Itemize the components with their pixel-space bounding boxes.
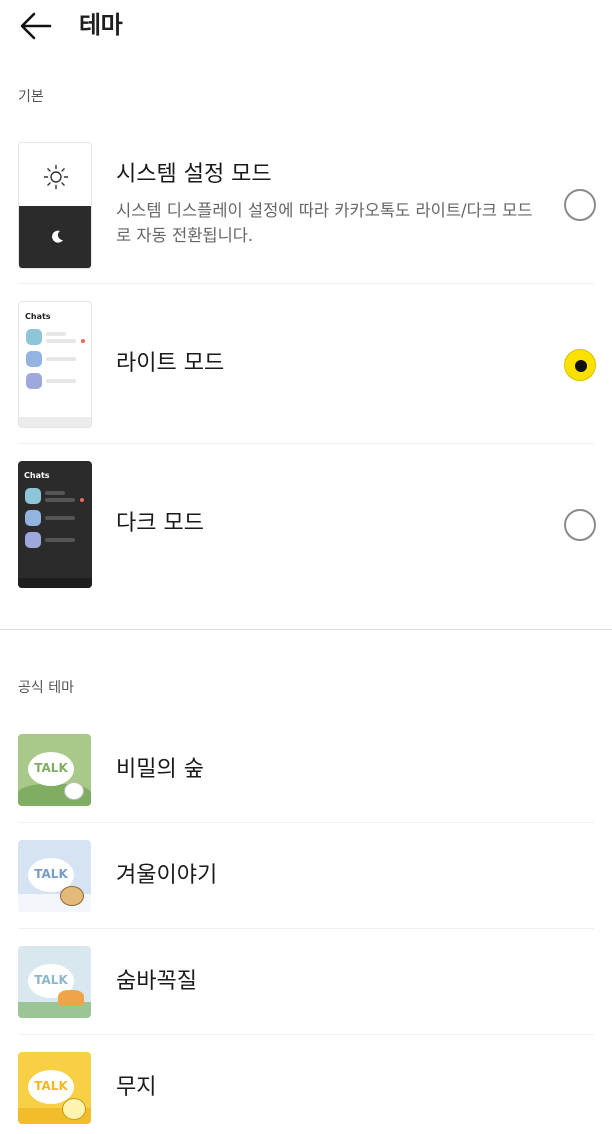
theme-thumbnail: TALK <box>18 840 91 912</box>
preview-avatar <box>26 329 42 345</box>
official-theme-item[interactable]: TALK 겨울이야기 <box>0 830 612 928</box>
theme-title: 겨울이야기 <box>116 863 218 888</box>
divider <box>18 822 594 823</box>
divider <box>18 1034 594 1035</box>
preview-avatar <box>25 510 41 526</box>
theme-option-title: 다크 모드 <box>116 511 204 536</box>
preview-unread-dot <box>80 498 84 502</box>
preview-tabbar <box>19 417 91 427</box>
preview-line <box>45 538 75 542</box>
preview-chats-label: Chats <box>24 471 50 480</box>
section-label-official: 공식 테마 <box>18 680 74 696</box>
preview-line <box>45 516 75 520</box>
theme-option-title: 시스템 설정 모드 <box>116 162 272 187</box>
preview-avatar <box>25 488 41 504</box>
sun-icon <box>43 164 69 190</box>
talk-badge: TALK <box>34 761 68 775</box>
theme-thumbnail: TALK <box>18 1052 91 1124</box>
page-title: 테마 <box>79 11 123 39</box>
back-arrow-icon <box>20 12 52 40</box>
back-button[interactable] <box>18 9 54 43</box>
preview-avatar <box>25 532 41 548</box>
theme-title: 비밀의 숲 <box>116 757 204 782</box>
preview-avatar <box>26 351 42 367</box>
theme-thumbnail: TALK <box>18 734 91 806</box>
divider <box>18 928 594 929</box>
preview-line <box>45 498 75 502</box>
preview-line <box>45 491 65 495</box>
preview-chats-label: Chats <box>25 312 51 321</box>
moon-icon <box>52 230 63 243</box>
radio-button-icon[interactable] <box>564 349 596 381</box>
theme-option-light[interactable]: Chats 라이트 모드 <box>0 284 612 443</box>
preview-line <box>46 357 76 361</box>
theme-option-title: 라이트 모드 <box>116 351 225 376</box>
talk-badge: TALK <box>34 867 68 881</box>
preview-line <box>46 339 76 343</box>
preview-avatar <box>26 373 42 389</box>
top-bar: 테마 <box>0 0 612 52</box>
theme-thumbnail: TALK <box>18 946 91 1018</box>
official-theme-item[interactable]: TALK 무지 <box>0 1042 612 1134</box>
talk-badge: TALK <box>34 1079 68 1093</box>
theme-option-description: 시스템 디스플레이 설정에 따라 카카오톡도 라이트/다크 모드로 자동 전환됩… <box>116 201 533 245</box>
light-mode-preview: Chats <box>18 301 92 428</box>
preview-line <box>46 332 66 336</box>
preview-unread-dot <box>81 339 85 343</box>
radio-button-icon[interactable] <box>564 509 596 541</box>
official-theme-item[interactable]: TALK 숨바꼭질 <box>0 936 612 1034</box>
theme-title: 숨바꼭질 <box>116 969 197 994</box>
radio-button-icon[interactable] <box>564 189 596 221</box>
system-mode-preview <box>18 142 92 269</box>
official-theme-item[interactable]: TALK 비밀의 숲 <box>0 724 612 822</box>
section-label-basic: 기본 <box>18 89 44 105</box>
section-divider <box>0 629 612 630</box>
preview-line <box>46 379 76 383</box>
theme-option-system[interactable]: 시스템 설정 모드 시스템 디스플레이 설정에 따라 카카오톡도 라이트/다크 … <box>0 140 612 283</box>
theme-title: 무지 <box>116 1075 157 1100</box>
preview-tabbar <box>18 578 92 588</box>
talk-badge: TALK <box>34 973 68 987</box>
dark-mode-preview: Chats <box>18 461 92 588</box>
theme-option-dark[interactable]: Chats 다크 모드 <box>0 444 612 603</box>
